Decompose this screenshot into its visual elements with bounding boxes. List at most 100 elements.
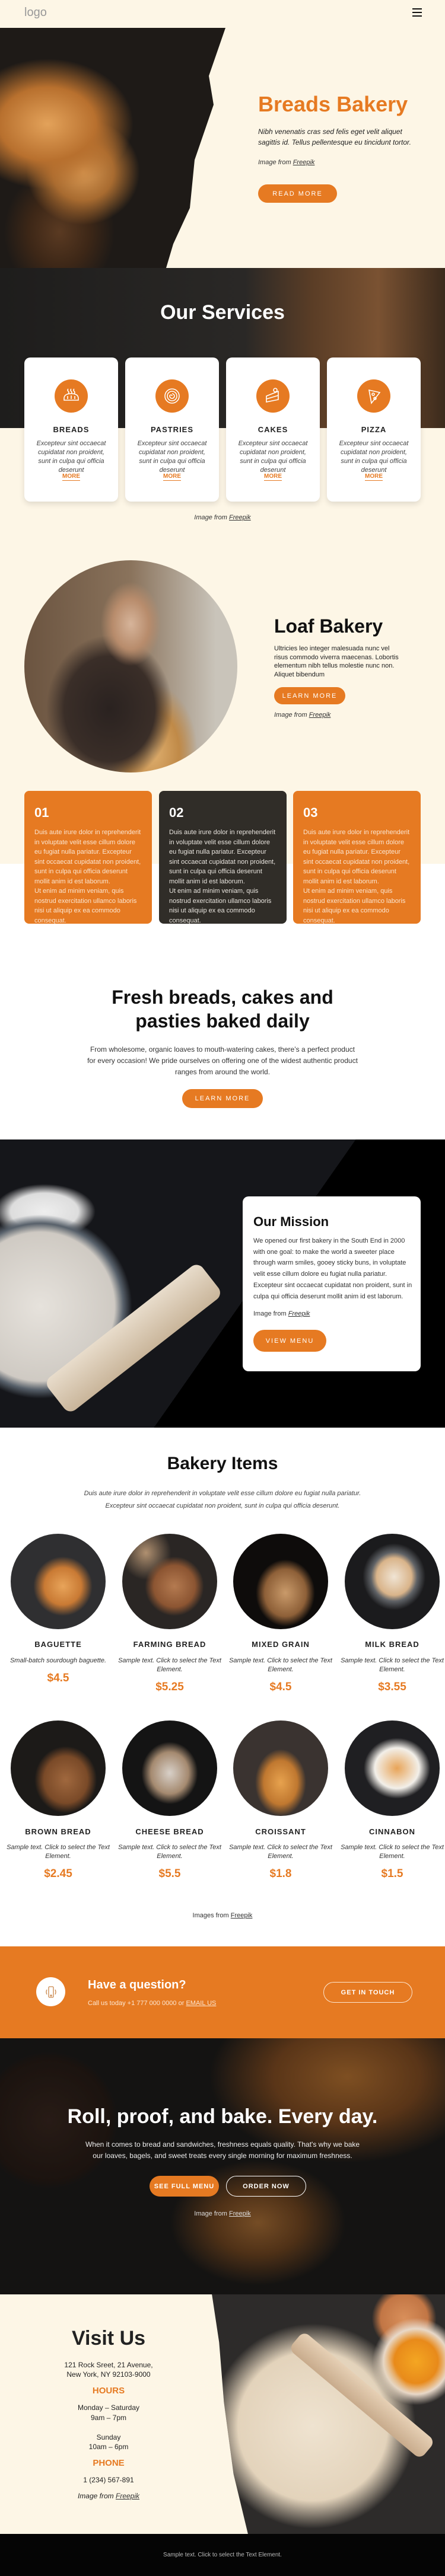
item-price: $1.8: [269, 1868, 292, 1880]
phone-icon: [36, 1977, 65, 2006]
item-image[interactable]: [345, 1534, 440, 1629]
item-image[interactable]: [233, 1720, 328, 1816]
item-image[interactable]: [11, 1720, 106, 1816]
numbered-card: 02 Duis aute irure dolor in reprehenderi…: [159, 791, 287, 924]
question-text: Call us today +1 777 000 0000 or EMAIL U…: [88, 2000, 216, 2007]
credit-prefix: Images from: [192, 1912, 229, 1919]
item-price: $4.5: [47, 1672, 69, 1684]
sunday-hours: 10am – 6pm: [88, 2443, 129, 2451]
service-more-link[interactable]: MORE: [327, 473, 421, 481]
freepik-link[interactable]: Freepik: [293, 159, 315, 166]
item-name: BROWN BREAD: [25, 1827, 91, 1836]
freepik-link[interactable]: Freepik: [288, 1310, 310, 1317]
bread-icon: [55, 379, 88, 413]
freepik-link[interactable]: Freepik: [309, 711, 331, 719]
address-line-1: 121 Rock Sreet, 21 Avenue,: [64, 2361, 153, 2369]
items-subtitle-1: Duis aute irure dolor in reprehenderit i…: [84, 1490, 361, 1497]
card-paragraph-2: Ut enim ad minim veniam, quis nostrud ex…: [169, 888, 272, 924]
email-us-link[interactable]: EMAIL US: [186, 2000, 216, 2007]
weekday-days: Monday – Saturday: [77, 2403, 140, 2412]
credit-prefix: Image from: [194, 514, 227, 521]
more-label[interactable]: MORE: [163, 473, 181, 481]
more-label[interactable]: MORE: [365, 473, 383, 481]
dough-rolling-pin-image: [212, 2294, 445, 2534]
item-description: Sample text. Click to select the Text El…: [118, 1657, 221, 1673]
item-description: Sample text. Click to select the Text El…: [7, 1844, 110, 1860]
item-image[interactable]: [122, 1534, 217, 1629]
freepik-link[interactable]: Freepik: [229, 514, 251, 521]
phone-label: PHONE: [93, 2458, 125, 2468]
numbered-card: 03 Duis aute irure dolor in reprehenderi…: [293, 791, 421, 924]
item-description: Sample text. Click to select the Text El…: [341, 1657, 444, 1673]
visit-credit: Image from Freepik: [0, 2492, 217, 2500]
phone-number: 1 (234) 567-891: [83, 2476, 134, 2484]
services-credit: Image from Freepik: [0, 514, 445, 521]
loaf-learn-more-button[interactable]: LEARN MORE: [274, 687, 345, 704]
items-subtitle-2: Excepteur sint occaecat cupidatat non pr…: [105, 1502, 340, 1509]
service-card: PASTRIES Excepteur sint occaecat cupidat…: [125, 357, 219, 502]
freepik-link[interactable]: Freepik: [231, 1912, 253, 1919]
see-full-menu-button[interactable]: SEE FULL MENU: [150, 2176, 219, 2197]
item-price: $3.55: [378, 1681, 406, 1693]
service-text: Excepteur sint occaecat cupidatat non pr…: [137, 440, 207, 474]
hero-text: Nibh venenatis cras sed felis eget velit…: [258, 127, 411, 146]
hero-title: Breads Bakery: [258, 92, 408, 116]
view-menu-button[interactable]: VIEW MENU: [253, 1330, 326, 1352]
service-title: PASTRIES: [150, 425, 194, 434]
service-card: PIZZA Excepteur sint occaecat cupidatat …: [327, 357, 421, 502]
pastry-icon: [155, 379, 189, 413]
item-image[interactable]: [233, 1534, 328, 1629]
logo[interactable]: logo: [24, 6, 47, 20]
card-paragraph-1: Duis aute irure dolor in reprehenderit i…: [34, 829, 141, 885]
more-label[interactable]: MORE: [62, 473, 80, 481]
roll-title: Roll, proof, and bake. Every day.: [67, 2105, 378, 2128]
visit-title: Visit Us: [71, 2327, 146, 2350]
loaf-text: Ultricies leo integer malesuada nunc vel…: [274, 645, 399, 679]
get-in-touch-button[interactable]: GET IN TOUCH: [323, 1982, 412, 2003]
service-text: Excepteur sint occaecat cupidatat non pr…: [36, 440, 106, 474]
freepik-link[interactable]: Freepik: [116, 2492, 139, 2500]
footer-text: Sample text. Click to select the Text El…: [163, 2552, 282, 2558]
credit-prefix: Image from: [77, 2492, 114, 2500]
item-price: $4.5: [269, 1681, 292, 1693]
hero-credit: Image from Freepik: [258, 159, 314, 166]
credit-prefix: Image from: [194, 2210, 227, 2217]
loaf-section: Loaf Bakery Ultricies leo integer malesu…: [0, 534, 445, 783]
roll-text: When it comes to bread and sandwiches, f…: [85, 2140, 360, 2160]
service-more-link[interactable]: MORE: [24, 473, 118, 481]
item-image[interactable]: [122, 1720, 217, 1816]
service-text: Excepteur sint occaecat cupidatat non pr…: [238, 440, 308, 474]
item-image[interactable]: [345, 1720, 440, 1816]
read-more-button[interactable]: READ MORE: [258, 184, 337, 203]
card-paragraph-2: Ut enim ad minim veniam, quis nostrud ex…: [34, 888, 137, 924]
hamburger-icon[interactable]: [412, 8, 422, 17]
item-price: $5.5: [158, 1868, 181, 1880]
mission-credit: Image from Freepik: [253, 1310, 310, 1317]
items-title: Bakery Items: [167, 1454, 278, 1473]
service-title: CAKES: [258, 425, 288, 434]
mission-text: We opened our first bakery in the South …: [253, 1237, 412, 1300]
item-name: CINNABON: [368, 1827, 416, 1836]
more-label[interactable]: MORE: [264, 473, 282, 481]
roll-credit: Image from Freepik: [0, 2210, 445, 2217]
service-text: Excepteur sint occaecat cupidatat non pr…: [339, 440, 409, 474]
fresh-learn-more-button[interactable]: LEARN MORE: [182, 1089, 263, 1108]
cake-icon: [256, 379, 290, 413]
item-description: Sample text. Click to select the Text El…: [229, 1657, 332, 1673]
item-description: Sample text. Click to select the Text El…: [118, 1844, 221, 1860]
hero-section: Breads Bakery Nibh venenatis cras sed fe…: [0, 28, 445, 268]
service-more-link[interactable]: MORE: [125, 473, 219, 481]
item-image[interactable]: [11, 1534, 106, 1629]
credit-prefix: Image from: [274, 711, 307, 719]
service-more-link[interactable]: MORE: [226, 473, 320, 481]
item-price: $5.25: [155, 1681, 184, 1693]
fresh-title: Fresh breads, cakes and pasties baked da…: [112, 987, 333, 1032]
order-now-button[interactable]: ORDER NOW: [226, 2176, 306, 2197]
freepik-link[interactable]: Freepik: [229, 2210, 251, 2217]
call-text: Call us today +1 777 000 0000 or: [88, 2000, 185, 2007]
rolling-pin-image: [43, 1261, 224, 1415]
item-name: FARMING BREAD: [133, 1640, 206, 1649]
mission-section: Our Mission We opened our first bakery i…: [0, 1139, 445, 1428]
item-name: MIXED GRAIN: [252, 1640, 310, 1649]
site-header: logo: [0, 0, 445, 28]
